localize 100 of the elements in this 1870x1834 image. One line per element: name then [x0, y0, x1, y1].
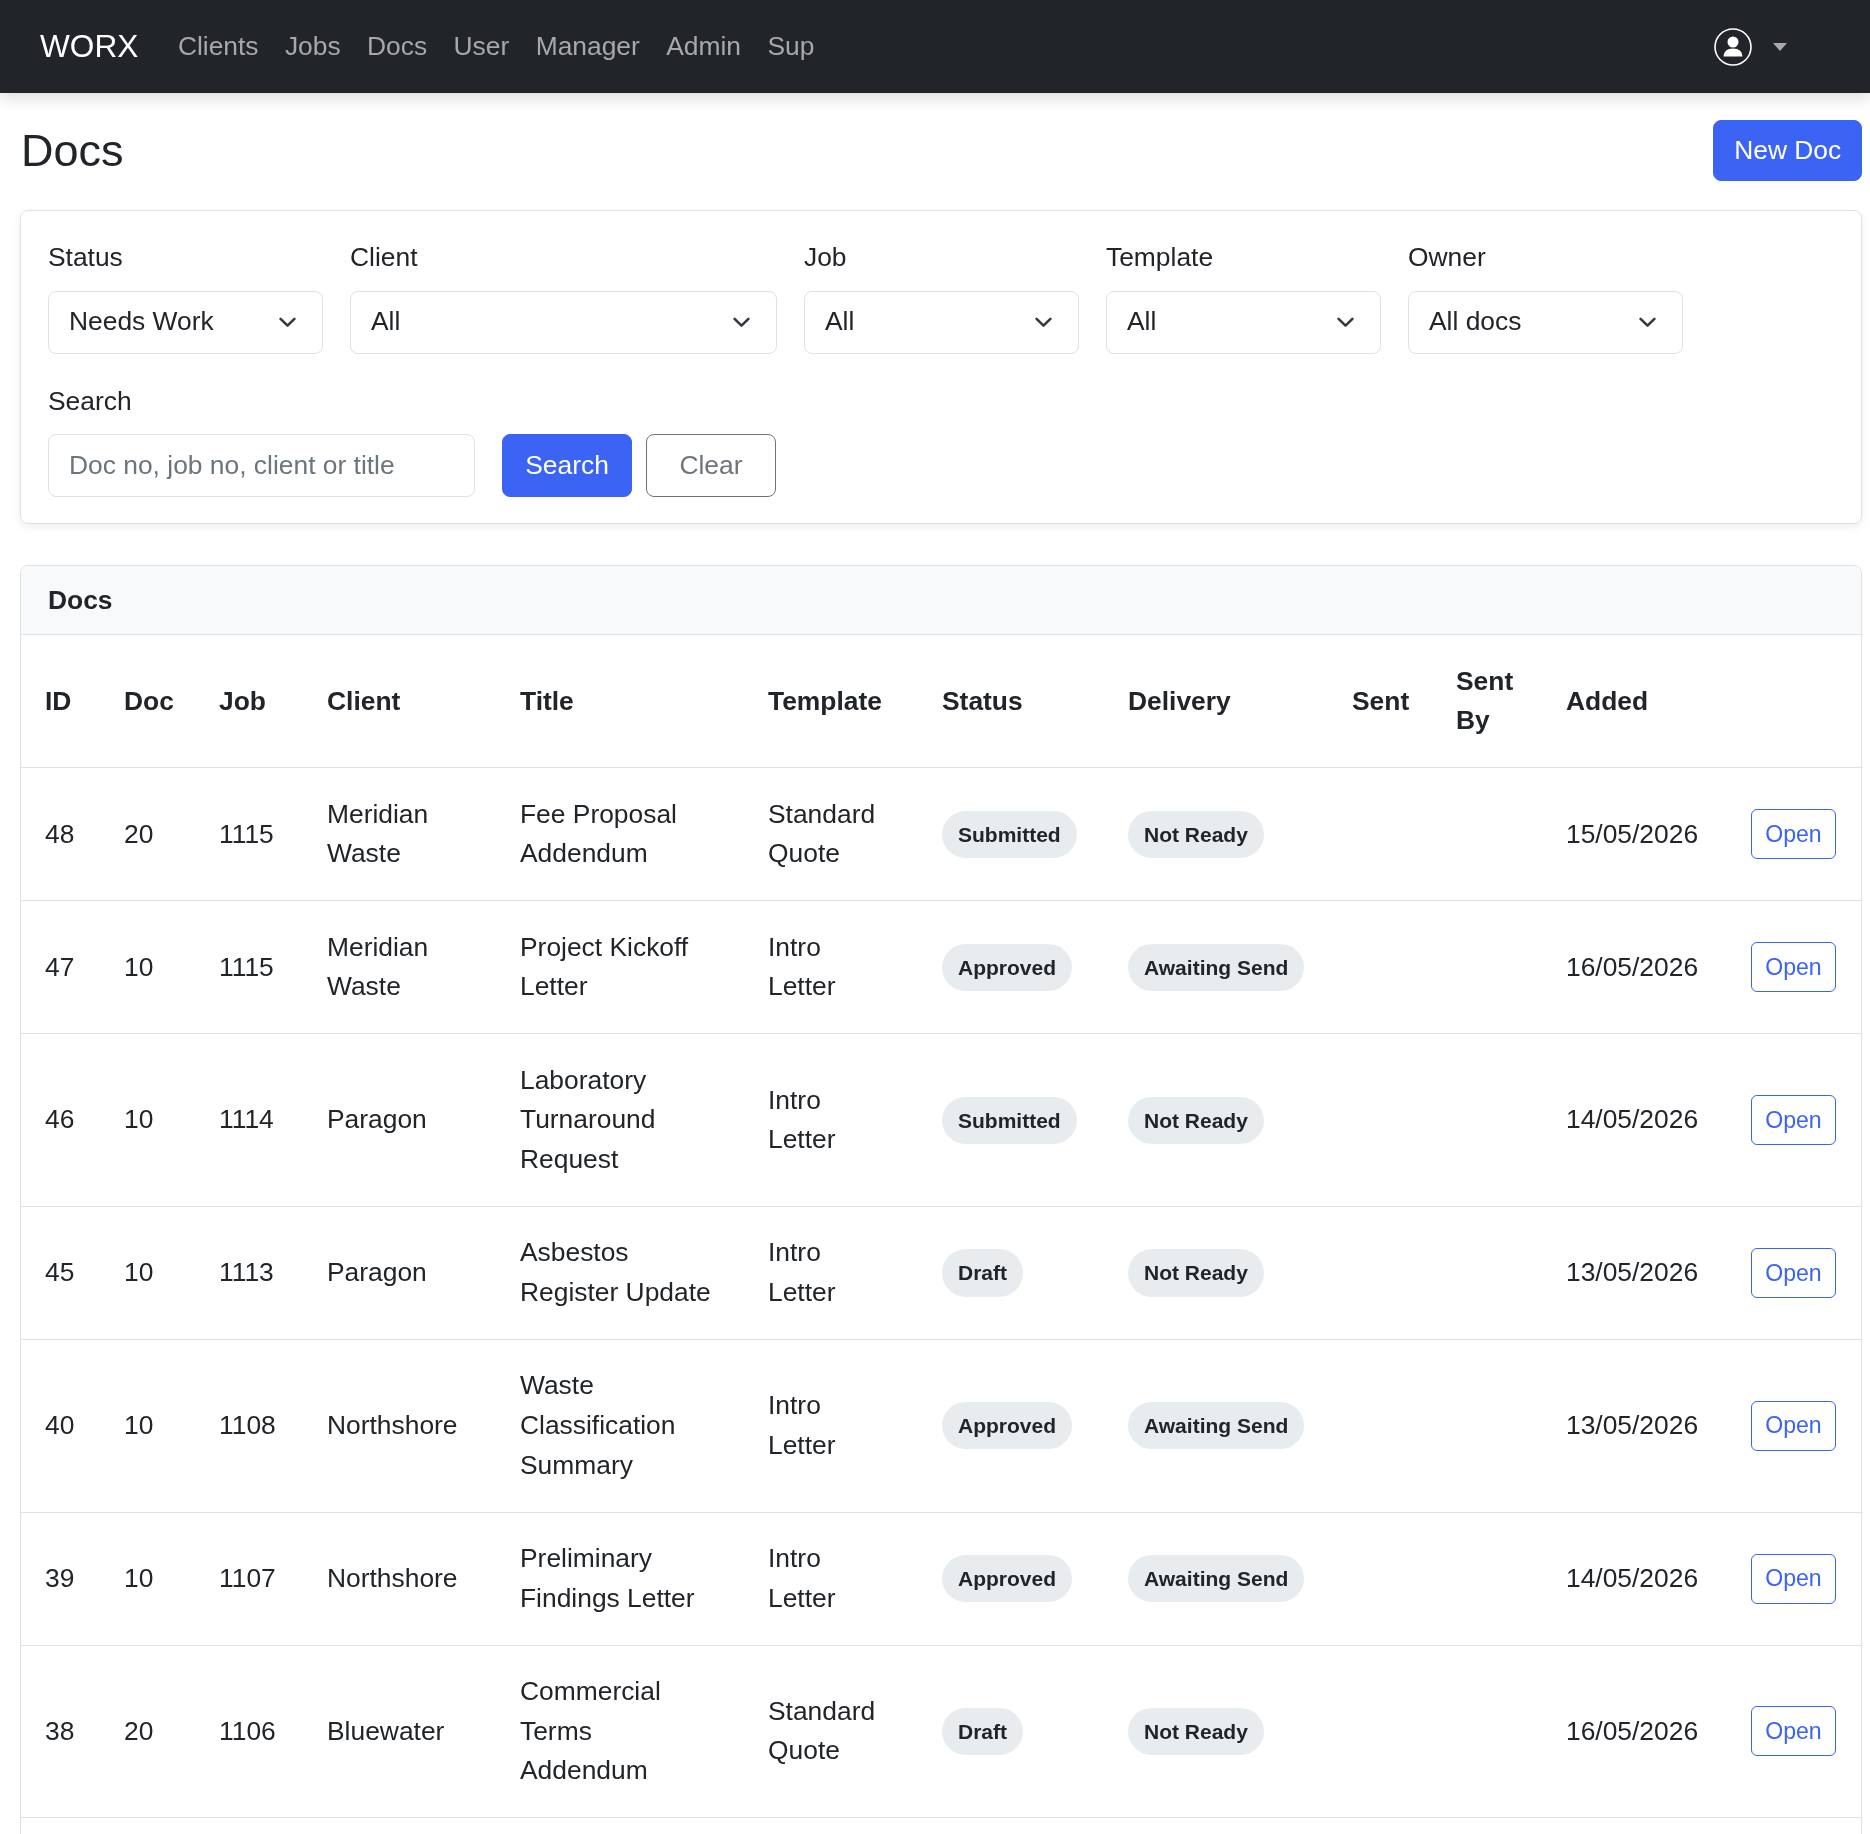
card-title: Docs — [48, 583, 113, 617]
new-doc-button[interactable]: New Doc — [1713, 120, 1862, 182]
table-cell: 10 — [124, 1562, 154, 1593]
page-title: Docs — [21, 123, 124, 178]
delivery-badge: Awaiting Send — [1128, 1555, 1305, 1603]
nav-link[interactable]: Manager — [522, 26, 654, 67]
table-cell: 1106 — [219, 1715, 276, 1746]
column-header: Delivery — [1128, 685, 1231, 716]
dropdown[interactable]: All — [1106, 290, 1381, 354]
table-cell: 38 — [45, 1715, 75, 1746]
table-cell: 48 — [45, 818, 75, 849]
delivery-badge: Not Ready — [1128, 1707, 1264, 1755]
chevron-down-icon — [1337, 316, 1354, 328]
delivery-badge: Awaiting Send — [1128, 1402, 1305, 1450]
table-cell: 16/05/2026 — [1566, 1715, 1699, 1746]
table-cell: 40 — [45, 1410, 75, 1440]
table-cell: Asbestos Register Update — [520, 1237, 711, 1307]
table-cell: 20 — [124, 1715, 154, 1746]
status-badge: Submitted — [942, 1096, 1077, 1144]
delivery-badge: Not Ready — [1128, 1249, 1264, 1297]
field-label: Job — [804, 240, 847, 274]
avatar-icon[interactable] — [1714, 27, 1752, 66]
status-badge: Draft — [942, 1249, 1023, 1297]
field-label: Status — [48, 240, 123, 274]
table-cell: Project Kickoff Letter — [520, 931, 689, 1002]
dropdown[interactable]: All — [350, 290, 777, 354]
table-cell: Intro Letter — [768, 1084, 836, 1155]
dropdown[interactable]: All — [804, 290, 1079, 354]
nav-link[interactable]: Clients — [164, 26, 272, 67]
delivery-badge: Not Ready — [1128, 1096, 1264, 1144]
table-cell: 46 — [45, 1104, 75, 1135]
table-cell: 10 — [124, 951, 154, 982]
column-header: Sent — [1352, 685, 1410, 716]
table-cell: 20 — [124, 818, 154, 849]
table-cell: Bluewater — [327, 1715, 445, 1746]
dropdown[interactable]: Needs Work — [48, 290, 323, 354]
open-button[interactable]: Open — [1751, 1553, 1836, 1604]
table-cell: Standard Quote — [768, 798, 876, 869]
table-cell: Intro Letter — [768, 1390, 836, 1460]
table-cell: 1107 — [219, 1562, 276, 1593]
chevron-down-icon — [279, 316, 296, 328]
open-button[interactable]: Open — [1751, 1248, 1836, 1298]
open-button[interactable]: Open — [1751, 1706, 1836, 1757]
table-cell: Standard Quote — [768, 1695, 876, 1766]
table-cell: Paragon — [327, 1104, 427, 1135]
table-cell: Meridian Waste — [327, 798, 429, 869]
search-button[interactable]: Search — [502, 434, 632, 498]
table-cell: Paragon — [327, 1257, 427, 1288]
nav-link[interactable]: Sup — [754, 26, 828, 67]
field-label: Owner — [1408, 240, 1486, 274]
clear-button[interactable]: Clear — [646, 434, 776, 498]
column-header: Template — [768, 685, 882, 716]
table-cell: 39 — [45, 1562, 75, 1593]
field-label: Search — [48, 384, 132, 418]
table-cell: 45 — [45, 1257, 75, 1288]
table-cell: 1115 — [219, 818, 274, 849]
search-field[interactable]: Doc no, job no, client or title — [48, 434, 475, 498]
nav-link[interactable]: User — [440, 26, 523, 67]
table-cell: 1113 — [219, 1257, 274, 1288]
dropdown[interactable]: All docs — [1408, 290, 1683, 354]
table-cell: Northshore — [327, 1562, 458, 1593]
open-button[interactable]: Open — [1751, 1400, 1836, 1451]
table-cell: 10 — [124, 1257, 154, 1288]
table-cell: Preliminary Findings Letter — [520, 1543, 695, 1613]
open-button[interactable]: Open — [1751, 942, 1836, 993]
table-cell: 47 — [45, 951, 75, 982]
column-header: Sent By — [1456, 665, 1514, 736]
table-cell: 16/05/2026 — [1566, 951, 1699, 982]
table-cell: Intro Letter — [768, 931, 836, 1002]
table-cell: 13/05/2026 — [1566, 1257, 1699, 1288]
open-button[interactable]: Open — [1751, 809, 1836, 860]
caret-icon[interactable] — [1773, 42, 1787, 51]
table-cell: Fee Proposal Addendum — [520, 798, 677, 869]
status-badge: Approved — [942, 943, 1072, 991]
status-badge: Approved — [942, 1402, 1072, 1450]
delivery-badge: Awaiting Send — [1128, 943, 1305, 991]
table-cell: 15/05/2026 — [1566, 818, 1699, 849]
chevron-down-icon — [1035, 316, 1052, 328]
column-header: ID — [45, 685, 72, 716]
field-label: Client — [350, 240, 418, 274]
table-cell: Meridian Waste — [327, 931, 429, 1002]
status-badge: Approved — [942, 1555, 1072, 1603]
table-cell: 13/05/2026 — [1566, 1410, 1699, 1440]
open-button[interactable]: Open — [1751, 1095, 1836, 1146]
column-header: Doc — [124, 685, 174, 716]
table-cell: Laboratory Turnaround Request — [520, 1064, 656, 1174]
table-cell: Intro Letter — [768, 1543, 836, 1613]
status-badge: Draft — [942, 1707, 1023, 1755]
nav-link[interactable]: Admin — [653, 26, 755, 67]
delivery-badge: Not Ready — [1128, 810, 1264, 858]
brand-link[interactable]: WORX — [40, 22, 139, 71]
table-cell: 1114 — [219, 1104, 274, 1135]
chevron-down-icon — [733, 316, 750, 328]
nav-link[interactable]: Jobs — [271, 26, 354, 67]
table-cell: Commercial Terms Addendum — [520, 1676, 661, 1786]
table-cell: Intro Letter — [768, 1237, 836, 1307]
field-label: Template — [1106, 240, 1214, 274]
column-header: Added — [1566, 685, 1649, 716]
column-header: Client — [327, 685, 401, 716]
nav-link[interactable]: Docs — [353, 26, 441, 67]
